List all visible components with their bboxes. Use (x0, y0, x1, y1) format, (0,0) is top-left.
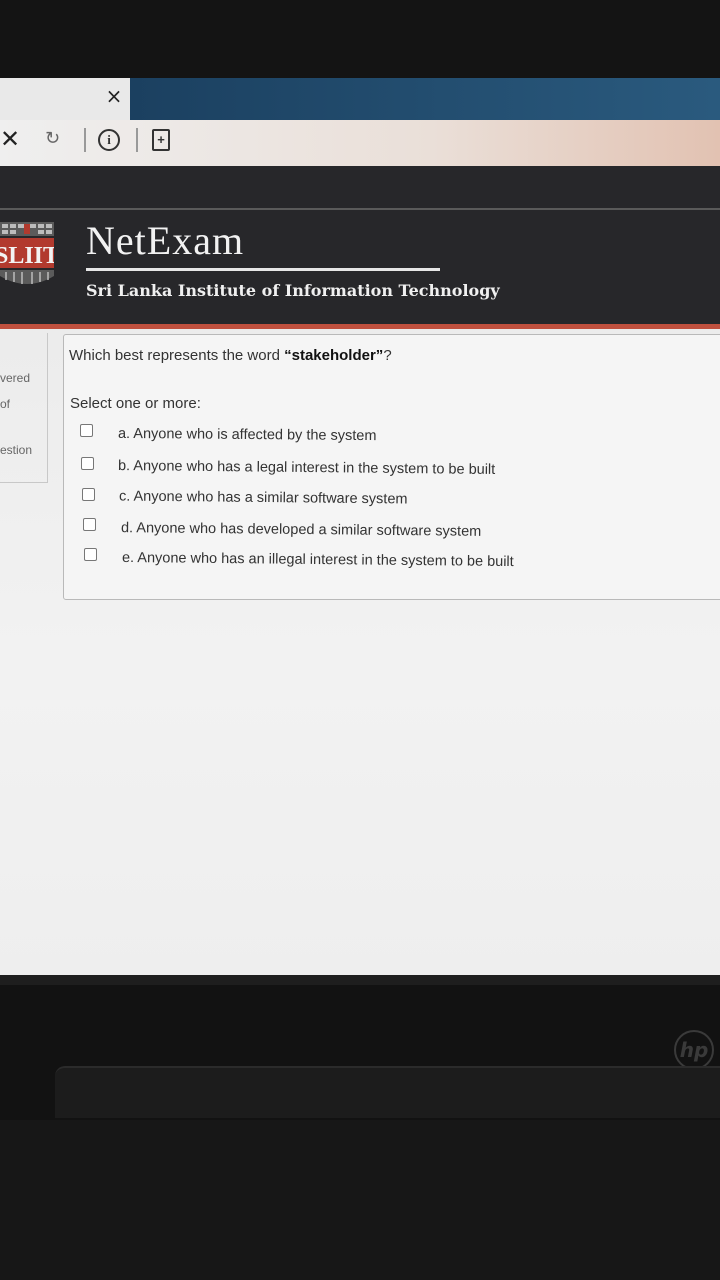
brand-underline (86, 268, 440, 271)
question-status-text: vered (0, 371, 31, 385)
option-b-label[interactable]: b. Anyone who has a legal interest in th… (118, 456, 495, 480)
toolbar-separator (136, 128, 138, 152)
screen-bezel-top (0, 0, 720, 80)
flag-question-link[interactable]: estion (0, 443, 32, 457)
question-keyword: “stakeholder” (284, 347, 384, 364)
option-c-checkbox[interactable] (82, 488, 95, 501)
stop-icon[interactable]: ✕ (0, 126, 24, 152)
option-a-label[interactable]: a. Anyone who is affected by the system (118, 424, 377, 446)
svg-text:SLIIT: SLIIT (0, 243, 54, 269)
sliit-logo: SLIIT (0, 220, 59, 288)
option-d-label[interactable]: d. Anyone who has developed a similar so… (121, 518, 481, 542)
question-text-end: ? (383, 347, 392, 364)
header-divider (0, 208, 720, 210)
reload-icon[interactable]: ↻ (45, 128, 65, 150)
site-brand-title[interactable]: NetExam (86, 218, 244, 264)
option-a-checkbox[interactable] (80, 424, 93, 437)
question-text-start: Which best represents the word (69, 347, 285, 364)
institute-name: Sri Lanka Institute of Information Techn… (86, 281, 500, 300)
option-e-label[interactable]: e. Anyone who has an illegal interest in… (122, 548, 514, 572)
answer-prompt: Select one or more: (70, 395, 201, 412)
toolbar-separator (84, 128, 86, 152)
laptop-hinge (55, 1066, 720, 1118)
question-mark-text: of (0, 397, 11, 411)
option-e-checkbox[interactable] (84, 548, 97, 561)
option-c-label[interactable]: c. Anyone who has a similar software sys… (119, 486, 408, 509)
laptop-keyboard-deck (0, 1120, 720, 1280)
info-icon[interactable]: i (98, 129, 120, 151)
hp-logo-icon: hp (674, 1030, 714, 1070)
option-d-checkbox[interactable] (83, 518, 96, 531)
option-b-checkbox[interactable] (81, 457, 94, 470)
tab-close-icon[interactable]: × (104, 86, 124, 106)
question-text: Which best represents the word “stakehol… (69, 346, 392, 366)
page-icon[interactable]: + (152, 129, 170, 151)
